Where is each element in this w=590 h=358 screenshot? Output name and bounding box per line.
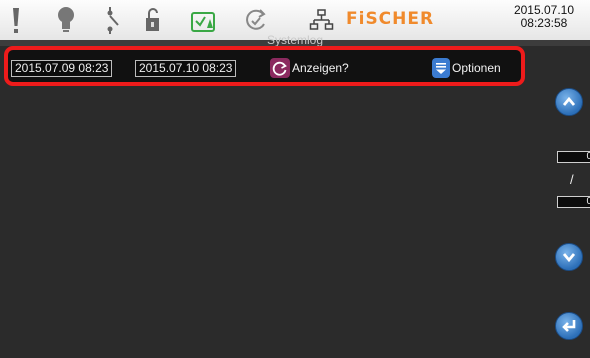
page-separator: / bbox=[570, 172, 574, 187]
date-to-field[interactable]: 2015.07.10 08:23 bbox=[135, 60, 237, 77]
options-button[interactable]: Optionen bbox=[432, 56, 501, 80]
scroll-down-button[interactable] bbox=[555, 243, 583, 271]
current-time: 08:23:58 bbox=[520, 16, 568, 30]
alarm-exclamation-icon[interactable] bbox=[5, 4, 27, 36]
chevron-down-icon bbox=[562, 253, 576, 263]
current-page-field[interactable]: 0 bbox=[557, 151, 590, 163]
network-icon[interactable] bbox=[309, 4, 335, 36]
chevron-up-icon bbox=[562, 96, 576, 106]
datetime-display: 2015.07.10 08:23:58 bbox=[514, 4, 574, 30]
lock-open-icon[interactable] bbox=[142, 4, 164, 36]
scroll-up-button[interactable] bbox=[555, 88, 583, 116]
show-button[interactable]: Anzeigen? bbox=[270, 56, 349, 80]
back-button[interactable] bbox=[555, 312, 583, 340]
return-arrow-icon bbox=[562, 320, 576, 332]
options-button-label: Optionen bbox=[452, 61, 501, 75]
log-filter-panel: 2015.07.09 08:23 2015.07.10 08:23 Anzeig… bbox=[4, 46, 525, 86]
total-pages-field: 0 bbox=[557, 196, 590, 208]
fischer-logo: FiSCHER bbox=[346, 9, 435, 29]
menu-down-icon bbox=[432, 58, 450, 78]
show-button-label: Anzeigen? bbox=[292, 61, 349, 75]
bulb-icon[interactable] bbox=[54, 4, 78, 36]
log-list[interactable] bbox=[0, 90, 548, 358]
refresh-icon bbox=[270, 58, 290, 78]
switch-icon[interactable] bbox=[102, 4, 124, 36]
date-from-field[interactable]: 2015.07.09 08:23 bbox=[11, 60, 113, 77]
page-title: Systemlog bbox=[266, 34, 324, 46]
refresh-check-icon[interactable] bbox=[243, 4, 269, 36]
battery-check-icon[interactable] bbox=[190, 4, 218, 36]
